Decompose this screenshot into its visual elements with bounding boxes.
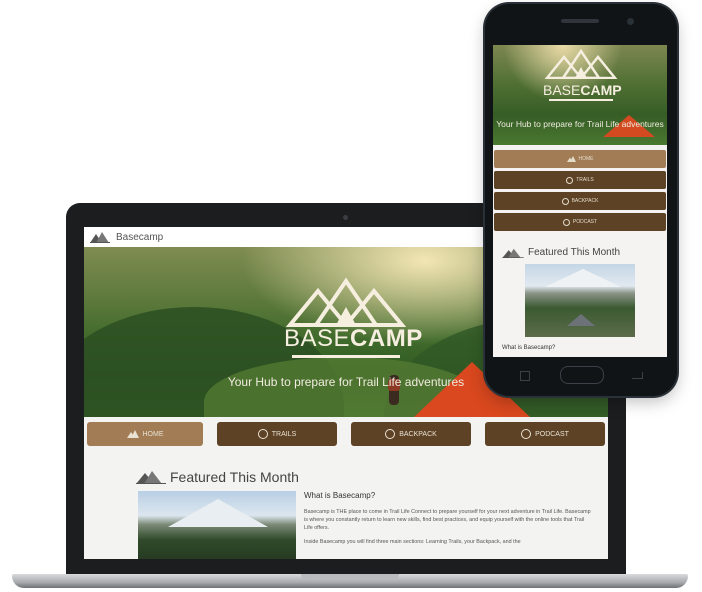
trail-icon [566,176,574,184]
phone-recent-button[interactable] [632,372,643,379]
menu-podcast-button[interactable]: PODCAST [494,213,666,231]
phone-home-button[interactable] [560,366,604,384]
backpack-icon [561,197,569,205]
phone-back-button[interactable] [520,371,530,381]
featured-heading: Featured This Month [136,469,299,485]
featured-title: Featured This Month [528,247,621,258]
podcast-icon [521,429,532,439]
menu-backpack-button[interactable]: BACKPACK [351,422,471,446]
article-paragraph: Basecamp is THE place to come in Trail L… [304,509,591,531]
featured-heading: Featured This Month [502,247,620,258]
tent-mountains-icon [285,277,407,327]
phone-screen: BASECAMP Your Hub to prepare for Trail L… [493,45,667,357]
main-menu: HOME TRAILS BACKPACK PODCAST [84,422,608,446]
mountain-logo-icon[interactable] [90,231,110,243]
menu-backpack-button[interactable]: BACKPACK [494,192,666,210]
logo-wordmark: BASECAMP [543,82,622,98]
backpack-icon [385,429,396,439]
featured-article: What is Basecamp? Basecamp is THE place … [304,491,594,552]
featured-title: Featured This Month [170,469,299,485]
hero-tagline: Your Hub to prepare for Trail Life adven… [496,119,664,129]
phone-camera [627,18,634,25]
hero-banner: BASECAMP Your Hub to prepare for Trail L… [493,45,667,145]
mountain-logo-icon [136,471,166,484]
phone-speaker [561,19,599,23]
mountain-logo-icon [502,248,524,258]
menu-podcast-button[interactable]: PODCAST [485,422,605,446]
podcast-icon [562,218,570,226]
article-heading[interactable]: What is Basecamp? [304,491,594,500]
laptop-notch [301,574,399,580]
main-menu: HOME TRAILS BACKPACK PODCAST [494,150,666,234]
mountain-icon [126,430,139,438]
laptop-camera [343,215,348,220]
brand-name[interactable]: Basecamp [116,232,163,243]
trail-icon [257,429,268,439]
mountain-icon [566,156,576,162]
article-heading[interactable]: What is Basecamp? [502,345,555,351]
article-paragraph: Inside Basecamp you will find three main… [304,539,521,545]
basecamp-logo: BASECAMP [284,277,423,358]
featured-photo[interactable] [138,491,296,559]
menu-home-button[interactable]: HOME [87,422,203,446]
tent-mountains-icon [544,48,618,80]
menu-home-button[interactable]: HOME [494,150,666,168]
basecamp-logo: BASECAMP [543,48,622,101]
logo-wordmark: BASECAMP [284,325,423,352]
featured-photo[interactable] [525,264,635,337]
menu-trails-button[interactable]: TRAILS [217,422,337,446]
menu-trails-button[interactable]: TRAILS [494,171,666,189]
